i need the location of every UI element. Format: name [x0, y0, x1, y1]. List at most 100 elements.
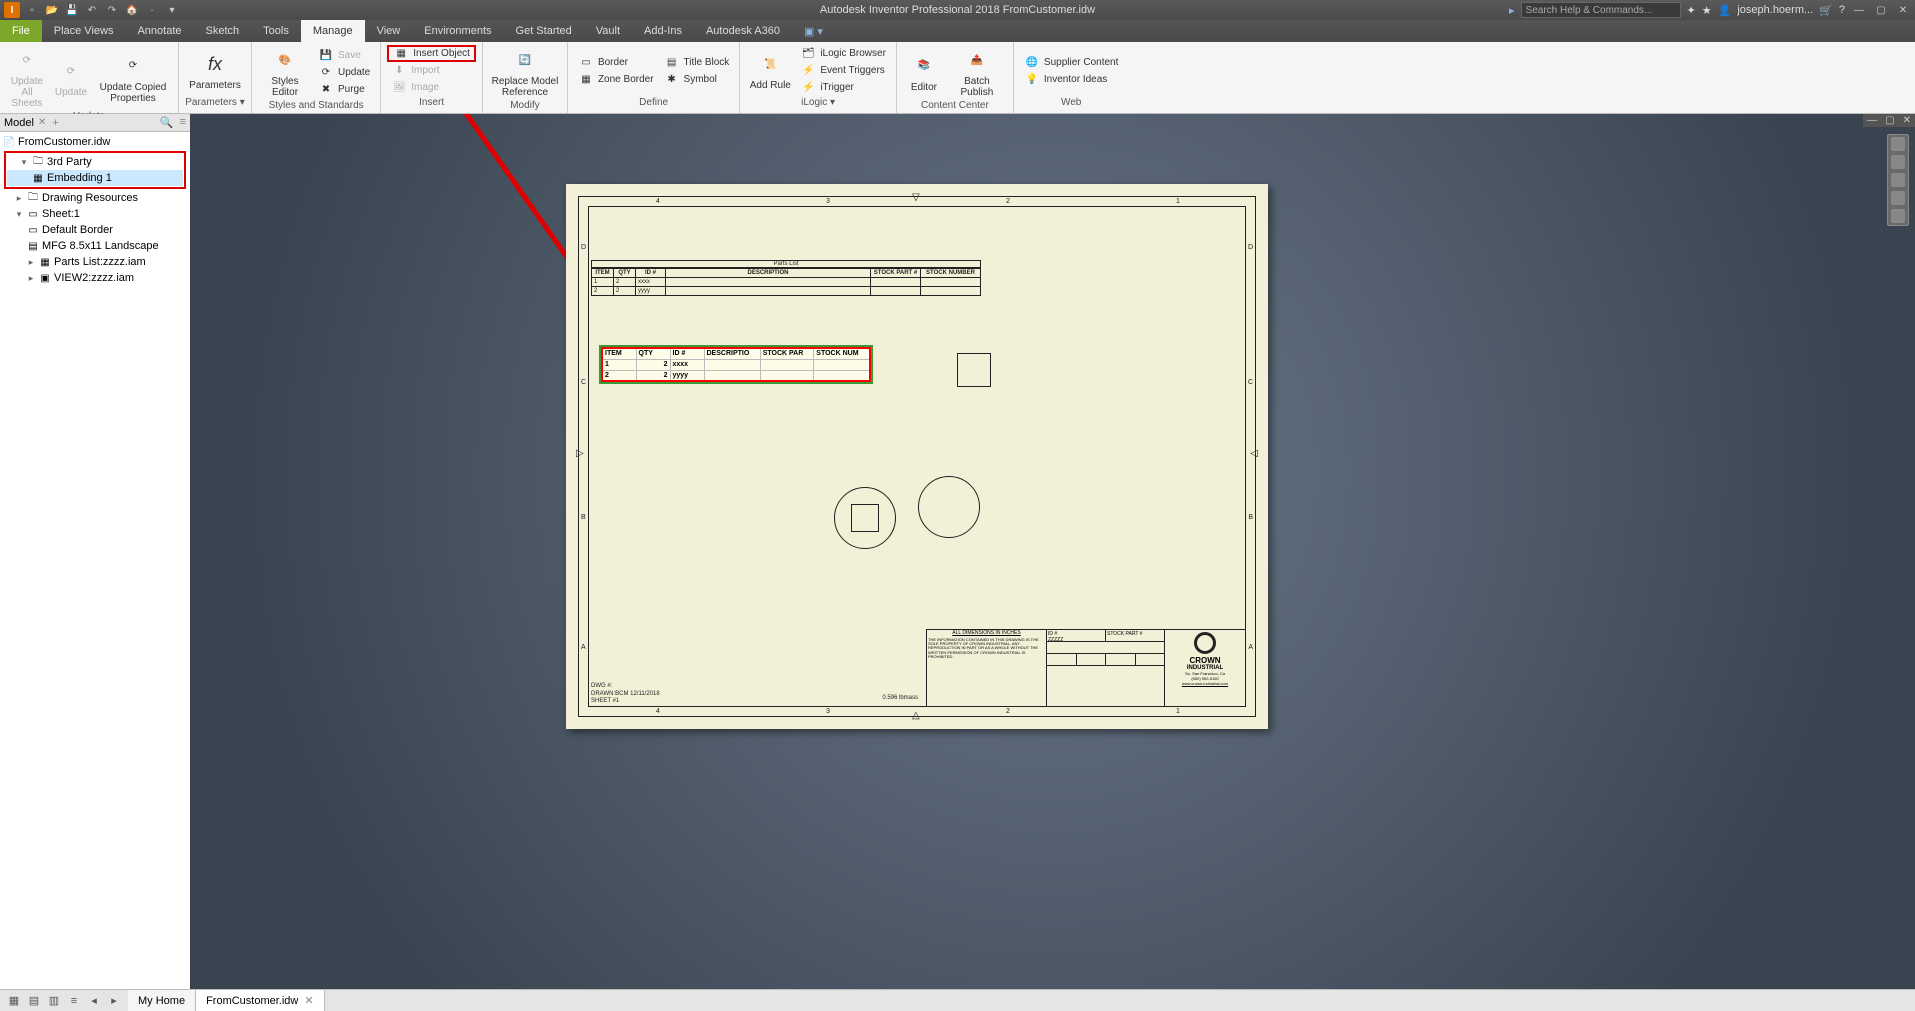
navigation-bar[interactable] [1887, 134, 1909, 226]
qat-more-icon[interactable]: · [144, 2, 160, 18]
styles-editor-button[interactable]: 🎨 Styles Editor [258, 44, 312, 100]
update-copied-properties-button[interactable]: ⟳ Update Copied Properties [94, 44, 172, 111]
inventor-ideas-button[interactable]: 💡Inventor Ideas [1020, 71, 1123, 88]
nav-wheel-icon[interactable] [1891, 155, 1905, 169]
help-search-input[interactable]: Search Help & Commands... [1521, 2, 1681, 18]
doc-tab-current[interactable]: FromCustomer.idw✕ [196, 990, 325, 1011]
nav-home-icon[interactable] [1891, 137, 1905, 151]
styles-update-button[interactable]: ⟳Update [314, 64, 374, 81]
tree-drawing-resources[interactable]: ▸🗀Drawing Resources [2, 190, 188, 206]
nav-left-icon[interactable]: ◂ [85, 993, 103, 1009]
tree-3rd-party[interactable]: ▾🗀3rd Party [7, 154, 183, 170]
nav-orbit-icon[interactable] [1891, 209, 1905, 223]
new-icon[interactable]: ▫ [24, 2, 40, 18]
home-icon[interactable]: 🏠 [124, 2, 140, 18]
tab-add-ins[interactable]: Add-Ins [632, 20, 694, 42]
tab-environments[interactable]: Environments [412, 20, 503, 42]
tree-sheet[interactable]: ▾▭Sheet:1 [2, 206, 188, 222]
tab-place-views[interactable]: Place Views [42, 20, 126, 42]
title-block[interactable]: ALL DIMENSIONS IN INCHES THE INFORMATION… [926, 629, 1246, 707]
undo-icon[interactable]: ↶ [84, 2, 100, 18]
tree-mfg-landscape[interactable]: ▤MFG 8.5x11 Landscape [2, 238, 188, 254]
drawing-sheet[interactable]: 4 3 2 1 4 3 2 1 D C B A D C B A ▽ △ ▷ ◁ … [566, 184, 1268, 729]
tab-extra-icon[interactable]: ▣ ▾ [792, 20, 835, 42]
event-triggers-button[interactable]: ⚡Event Triggers [796, 62, 890, 79]
favorite-icon[interactable]: ★ [1702, 4, 1712, 17]
styles-purge-button[interactable]: ✖Purge [314, 81, 374, 98]
table-row[interactable]: 22yyyy [602, 370, 870, 381]
title-block-button[interactable]: ▤Title Block [660, 54, 734, 71]
parts-list-table[interactable]: Parts List ITEM QTY ID # DESCRIPTION STO… [591, 260, 981, 296]
insert-object-button[interactable]: ▦Insert Object [387, 45, 476, 62]
save-icon[interactable]: 💾 [64, 2, 80, 18]
file-tab[interactable]: File [0, 20, 42, 42]
supplier-content-button[interactable]: 🌐Supplier Content [1020, 54, 1123, 71]
embedded-ole-object[interactable]: ITEM QTY ID # DESCRIPTIO STOCK PAR STOCK… [601, 347, 871, 382]
view-mode-1-icon[interactable]: ▦ [5, 993, 23, 1009]
tree-embedding[interactable]: ▦Embedding 1 [7, 170, 183, 186]
zone-border-button[interactable]: ▦Zone Border [574, 71, 658, 88]
table-row[interactable]: 22yyyy [592, 287, 981, 296]
view-mode-4-icon[interactable]: ≡ [65, 993, 83, 1009]
tab-vault[interactable]: Vault [584, 20, 632, 42]
collapse-icon[interactable]: ▾ [14, 209, 24, 220]
ilogic-browser-button[interactable]: 🗂iLogic Browser [796, 45, 890, 62]
tab-get-started[interactable]: Get Started [504, 20, 584, 42]
search-icon[interactable]: 🔍 [160, 116, 174, 129]
menu-icon[interactable]: ≡ [180, 116, 186, 129]
expand-icon[interactable]: ▸ [26, 273, 36, 284]
tree-view2[interactable]: ▸▣VIEW2:zzzz.iam [2, 270, 188, 286]
tree-parts-list[interactable]: ▸▦Parts List:zzzz.iam [2, 254, 188, 270]
close-button[interactable]: ✕ [1895, 3, 1911, 17]
user-icon[interactable]: 👤 [1718, 4, 1732, 17]
cc-editor-button[interactable]: 📚 Editor [903, 44, 945, 100]
batch-publish-button[interactable]: 📤 Batch Publish [947, 44, 1007, 100]
collapse-icon[interactable]: ▾ [19, 157, 29, 168]
symbol-button[interactable]: ✱Symbol [660, 71, 734, 88]
tab-sketch[interactable]: Sketch [194, 20, 252, 42]
tree-root[interactable]: 📄FromCustomer.idw [2, 134, 188, 150]
help-icon[interactable]: ? [1839, 4, 1845, 16]
table-row[interactable]: 12xxxx [592, 278, 981, 287]
close-doc-icon[interactable]: ✕ [1899, 114, 1915, 127]
minimize-button[interactable]: — [1851, 3, 1867, 17]
nav-zoom-icon[interactable] [1891, 191, 1905, 205]
signin-icon[interactable]: ✦ [1687, 4, 1696, 17]
open-icon[interactable]: 📂 [44, 2, 60, 18]
expand-icon[interactable]: ▸ [26, 257, 36, 268]
add-rule-button[interactable]: 📜 Add Rule [746, 44, 794, 97]
app-logo-icon[interactable]: I [4, 2, 20, 18]
replace-model-reference-button[interactable]: 🔄 Replace Model Reference [489, 44, 561, 100]
tab-annotate[interactable]: Annotate [125, 20, 193, 42]
tab-manage[interactable]: Manage [301, 20, 365, 42]
exchange-icon[interactable]: 🛒 [1819, 4, 1833, 17]
tab-tools[interactable]: Tools [251, 20, 301, 42]
drawing-circle-2[interactable] [918, 476, 980, 538]
view-mode-3-icon[interactable]: ▥ [45, 993, 63, 1009]
doc-tab-home[interactable]: My Home [128, 990, 196, 1011]
close-tab-icon[interactable]: ✕ [38, 117, 46, 128]
table-row[interactable]: 12xxxx [602, 359, 870, 370]
tab-a360[interactable]: Autodesk A360 [694, 20, 792, 42]
nav-pan-icon[interactable] [1891, 173, 1905, 187]
view-mode-2-icon[interactable]: ▤ [25, 993, 43, 1009]
restore-doc-icon[interactable]: ▢ [1881, 114, 1898, 127]
maximize-button[interactable]: ▢ [1873, 3, 1889, 17]
close-doc-tab-icon[interactable]: ✕ [304, 994, 313, 1007]
parameters-button[interactable]: fx Parameters [185, 44, 245, 97]
tab-view[interactable]: View [365, 20, 413, 42]
qat-dropdown-icon[interactable]: ▾ [164, 2, 180, 18]
drawing-square-small[interactable] [957, 353, 991, 387]
browser-tree[interactable]: 📄FromCustomer.idw ▾🗀3rd Party ▦Embedding… [0, 132, 190, 1011]
user-name[interactable]: joseph.hoerm... [1737, 4, 1813, 16]
tree-default-border[interactable]: ▭Default Border [2, 222, 188, 238]
nav-right-icon[interactable]: ▸ [105, 993, 123, 1009]
expand-icon[interactable]: ▸ [14, 193, 24, 204]
border-button[interactable]: ▭Border [574, 54, 658, 71]
add-tab-icon[interactable]: + [52, 117, 58, 129]
min-doc-icon[interactable]: — [1863, 114, 1881, 127]
drawing-canvas[interactable]: — ▢ ✕ 4 3 2 1 4 3 2 1 D [190, 114, 1915, 1011]
drawing-square-inner[interactable] [851, 504, 879, 532]
browser-tab[interactable]: Model ✕ [4, 117, 46, 129]
itrigger-button[interactable]: ⚡iTrigger [796, 79, 890, 96]
